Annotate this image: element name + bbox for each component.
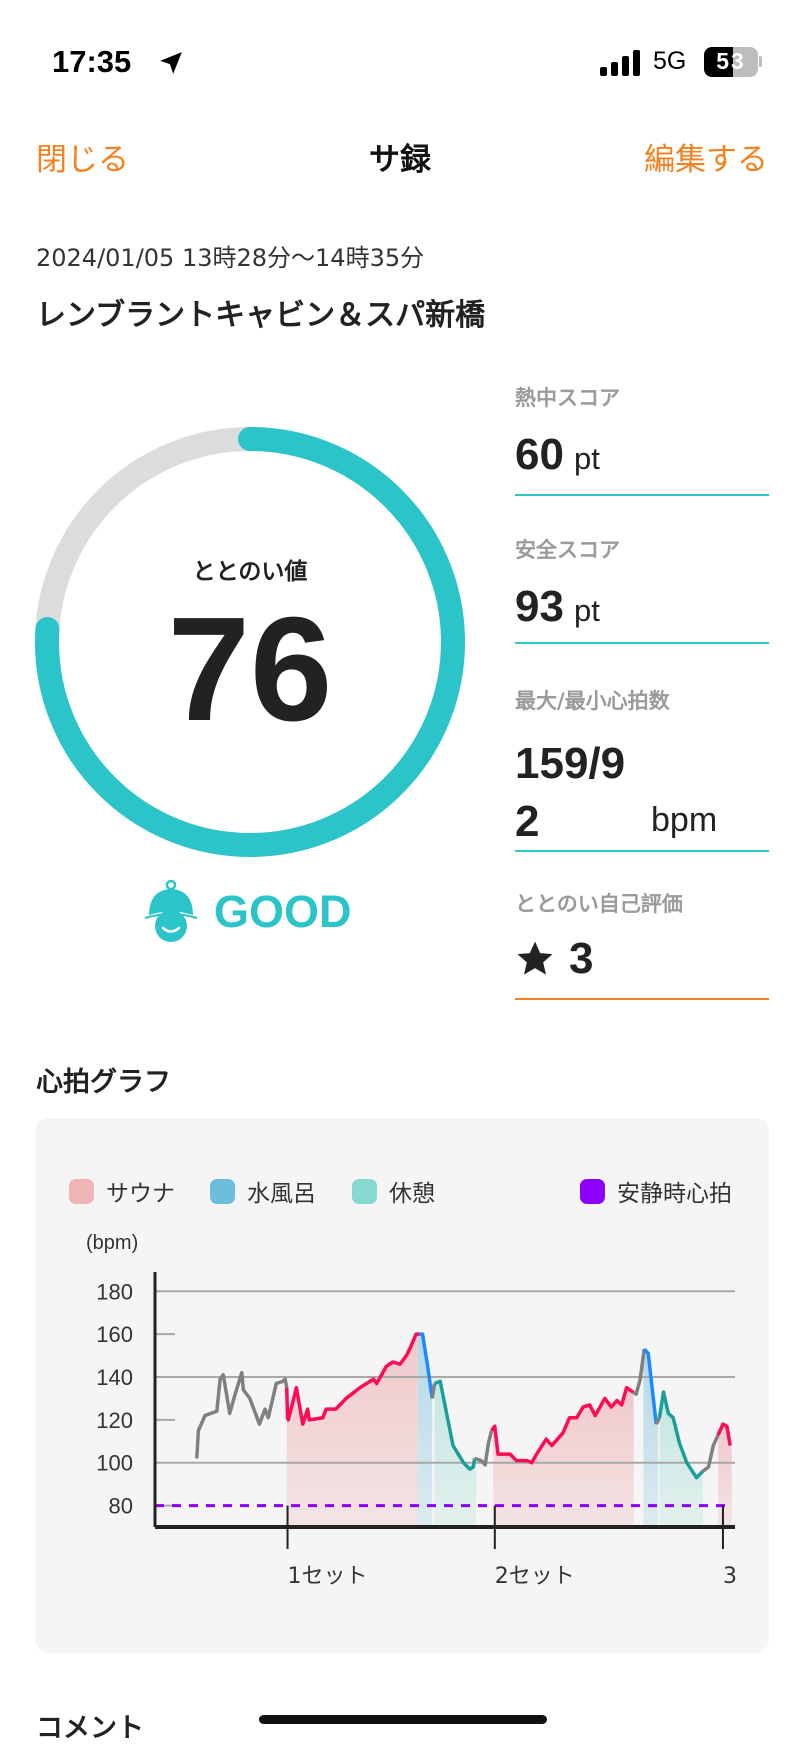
- hr-line-none: [195, 1370, 289, 1459]
- edit-button[interactable]: 編集する: [644, 134, 768, 179]
- signal-icon: [600, 50, 640, 76]
- y-tick-label: 120: [96, 1408, 133, 1433]
- location-arrow-icon: [160, 52, 182, 74]
- y-tick-label: 140: [96, 1365, 133, 1390]
- rating-text: GOOD: [214, 886, 352, 937]
- totonoi-value: 76: [167, 587, 333, 752]
- stat-value: 60: [515, 430, 564, 479]
- stat-unit: bpm: [651, 801, 718, 839]
- divider: [515, 850, 769, 852]
- stat-label: 安全スコア: [515, 538, 620, 562]
- stat-unit: pt: [573, 593, 600, 628]
- hr-line-none: [701, 1434, 720, 1473]
- heart-graph-title: 心拍グラフ: [36, 1067, 171, 1098]
- stat-value: 3: [569, 934, 594, 983]
- comment-title: コメント: [36, 1713, 144, 1744]
- y-tick-label: 80: [109, 1494, 133, 1519]
- stat-unit: pt: [573, 441, 600, 476]
- battery-level: 53: [716, 48, 746, 74]
- stat-value-row: 93 pt: [515, 582, 769, 632]
- session-datetime: 2024/01/05 13時28分〜14時35分: [36, 244, 425, 272]
- stat-value: 159/92: [515, 739, 626, 846]
- stat-value-row: 3: [515, 934, 769, 984]
- x-tick-label: 2セット: [495, 1564, 575, 1589]
- stat-label: ととのい自己評価: [515, 892, 683, 916]
- stat-heat-score: 熱中スコア 60 pt: [515, 382, 769, 496]
- x-tick-label: 3: [723, 1564, 737, 1589]
- sauna-hat-face-icon: [144, 879, 198, 942]
- phase-fill-cold: [417, 1334, 433, 1525]
- hr-line-none: [430, 1383, 437, 1399]
- network-type: 5G: [653, 47, 687, 75]
- divider: [515, 998, 769, 1000]
- phase-fill-rest: [434, 1381, 477, 1525]
- divider: [515, 642, 769, 644]
- x-tick-label: 1セット: [288, 1564, 368, 1589]
- hr-line-none: [632, 1348, 646, 1396]
- stat-heart-rate: 最大/最小心拍数 159/92 bpm: [515, 685, 769, 855]
- battery-nub: [759, 56, 762, 67]
- stat-self-rating: ととのい自己評価 3: [515, 888, 769, 1002]
- stat-safety-score: 安全スコア 93 pt: [515, 534, 769, 648]
- close-button[interactable]: 閉じる: [36, 134, 129, 179]
- hr-line-none: [474, 1430, 494, 1467]
- battery-icon: 53: [704, 47, 758, 77]
- y-tick-label: 160: [96, 1322, 133, 1347]
- divider: [515, 494, 769, 496]
- stat-value: 93: [515, 582, 564, 631]
- star-icon: [517, 941, 553, 975]
- stat-value-row: 60 pt: [515, 430, 769, 480]
- status-time: 17:35: [52, 44, 132, 79]
- stat-value-row: 159/92 bpm: [515, 735, 769, 846]
- y-tick-label: 100: [96, 1451, 133, 1476]
- totonoi-label: ととのい値: [192, 559, 308, 585]
- home-indicator[interactable]: [259, 1715, 547, 1724]
- y-tick-label: 180: [96, 1279, 133, 1304]
- heart-rate-chart: 180 160 140 120 100 80 1セット 2セット 3: [96, 1272, 737, 1589]
- stat-label: 最大/最小心拍数: [515, 689, 670, 713]
- venue-name: レンブラントキャビン＆スパ新橋: [36, 298, 486, 333]
- stat-label: 熱中スコア: [515, 386, 620, 410]
